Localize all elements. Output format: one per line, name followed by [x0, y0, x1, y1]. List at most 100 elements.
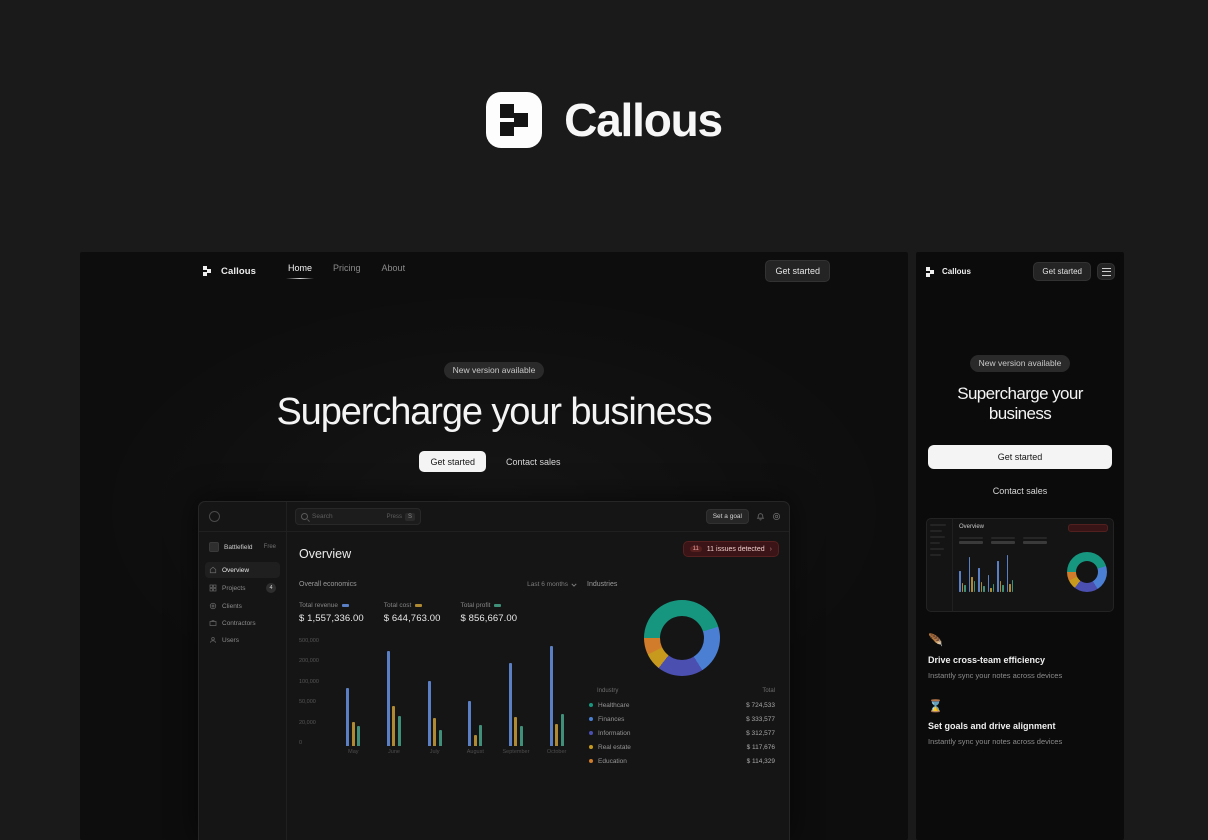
y-tick-0: 500,000 [299, 638, 319, 644]
hamburger-menu-icon[interactable] [1097, 263, 1115, 280]
table-row[interactable]: Real estate $ 117,676 [587, 740, 777, 754]
nav-link-pricing[interactable]: Pricing [333, 263, 361, 279]
mobile-navbar-brand[interactable]: Callous [925, 266, 971, 278]
hero-contact-sales-link[interactable]: Contact sales [498, 451, 569, 472]
bar-group [1006, 552, 1013, 592]
nav-link-home[interactable]: Home [286, 263, 315, 279]
briefcase-icon [209, 620, 217, 626]
hero-get-started-button[interactable]: Get started [419, 451, 486, 473]
table-row[interactable]: Finances $ 333,577 [587, 712, 777, 726]
bar [968, 556, 970, 592]
issues-alert-banner[interactable]: 11 11 issues detected › [682, 541, 779, 557]
sidebar-nav: Overview Projects 4 Clients Contractors … [205, 562, 280, 648]
mobile-get-started-button[interactable]: Get started [1033, 262, 1091, 281]
bell-icon[interactable] [756, 512, 765, 521]
industries-table-header: Industry Total [587, 688, 777, 698]
bar-group [468, 638, 483, 746]
table-row[interactable]: Healthcare $ 724,533 [587, 698, 777, 712]
bar-total-cost [433, 718, 437, 746]
bar [978, 567, 980, 592]
bar [971, 577, 973, 592]
shortcut-key: S [404, 512, 415, 521]
workspace-avatar [209, 542, 219, 552]
callous-logo-icon [202, 265, 214, 277]
sidebar-item-clients[interactable]: Clients [205, 598, 280, 614]
dashboard-mockup: Search Press S Set a goal Battlefield Fr… [198, 501, 790, 840]
metric-label-revenue: Total revenue [299, 602, 364, 609]
set-a-goal-button[interactable]: Set a goal [705, 509, 749, 524]
bar [1002, 584, 1004, 592]
bar-total-profit [438, 730, 442, 746]
industries-donut-chart [644, 600, 720, 676]
bar-total-cost [473, 735, 477, 746]
industry-color-dot [589, 759, 593, 763]
dashboard-topbar: Search Press S Set a goal [199, 502, 789, 532]
target-icon [209, 602, 217, 610]
bar [961, 583, 963, 592]
bar [1011, 580, 1013, 592]
shortcut-label: Press [386, 513, 402, 520]
economics-panel: Overall economics Last 6 months Total re… [299, 581, 577, 768]
bar-total-cost [514, 717, 518, 746]
mobile-version-badge[interactable]: New version available [969, 354, 1071, 372]
bar-group [987, 552, 994, 592]
y-tick-2: 100,000 [299, 678, 319, 685]
bar-total-revenue [549, 645, 553, 746]
chevron-down-icon [571, 583, 577, 587]
mobile-hero-get-started-button[interactable]: Get started [928, 444, 1112, 469]
industry-name: Real estate [598, 743, 631, 751]
bar-total-profit [397, 716, 401, 746]
table-row[interactable]: Education $ 114,329 [587, 754, 777, 768]
dashboard-panels: Overall economics Last 6 months Total re… [299, 581, 777, 768]
metric-total-cost: Total cost $ 644,763.00 [384, 602, 441, 624]
metric-label-profit: Total profit [460, 602, 517, 609]
sidebar-item-users[interactable]: Users [205, 632, 280, 648]
sidebar-item-projects[interactable]: Projects 4 [205, 579, 280, 597]
navbar-brand-label: Callous [221, 265, 257, 277]
user-icon [210, 637, 216, 643]
industries-panel: Industries Industry Total Healthcare $ 7… [587, 581, 777, 768]
sidebar-item-overview[interactable]: Overview [205, 562, 280, 578]
bar-total-profit [560, 713, 564, 746]
mobile-dash-charts [959, 551, 1107, 592]
mobile-contact-sales-link[interactable]: Contact sales [928, 486, 1112, 496]
nav-link-about[interactable]: About [382, 263, 406, 279]
hero-version-badge[interactable]: New version available [443, 361, 545, 379]
industry-total: $ 724,533 [746, 701, 775, 709]
mobile-issues-alert [1068, 523, 1108, 532]
mobile-hero: New version available Supercharge your b… [916, 353, 1124, 496]
y-tick-5: 0 [299, 739, 303, 746]
industries-header: Industries [587, 581, 777, 588]
bar-total-cost [351, 722, 355, 746]
bar-group [959, 552, 966, 592]
navbar-brand[interactable]: Callous [202, 265, 256, 277]
x-tick: August [466, 749, 484, 755]
table-row[interactable]: Information $ 312,577 [587, 726, 777, 740]
feature-desc-goals: Instantly sync your notes across devices [928, 736, 1063, 746]
industry-name: Information [598, 729, 631, 737]
bar-total-revenue [427, 680, 431, 746]
navbar-get-started-button[interactable]: Get started [765, 260, 830, 282]
settings-icon[interactable] [772, 512, 781, 521]
mobile-bar-chart [959, 552, 1059, 592]
industry-name: Education [598, 757, 627, 765]
date-range-select[interactable]: Last 6 months [527, 581, 577, 588]
mobile-donut-chart [1067, 551, 1107, 592]
dashboard-topbar-right: Search Press S Set a goal [287, 502, 789, 531]
y-tick-4: 20,000 [299, 719, 316, 726]
dashboard-sidebar: Battlefield Free Overview Projects 4 Cli… [199, 532, 287, 840]
legend-swatch-profit [494, 604, 502, 607]
sidebar-label-clients: Clients [222, 602, 242, 610]
workspace-switcher[interactable]: Battlefield Free [205, 539, 280, 555]
industry-color-dot [589, 745, 593, 749]
industry-name: Healthcare [598, 701, 630, 709]
bar-total-profit [519, 725, 523, 746]
hero-actions: Get started Contact sales [80, 451, 908, 473]
workspace-name: Battlefield [224, 543, 253, 551]
sidebar-item-contractors[interactable]: Contractors [205, 615, 280, 631]
x-tick: October [546, 749, 567, 755]
search-input[interactable]: Search Press S [295, 508, 421, 525]
bar [990, 588, 992, 592]
bar-total-revenue [508, 663, 512, 746]
metric-value-profit: $ 856,667.00 [460, 613, 518, 624]
